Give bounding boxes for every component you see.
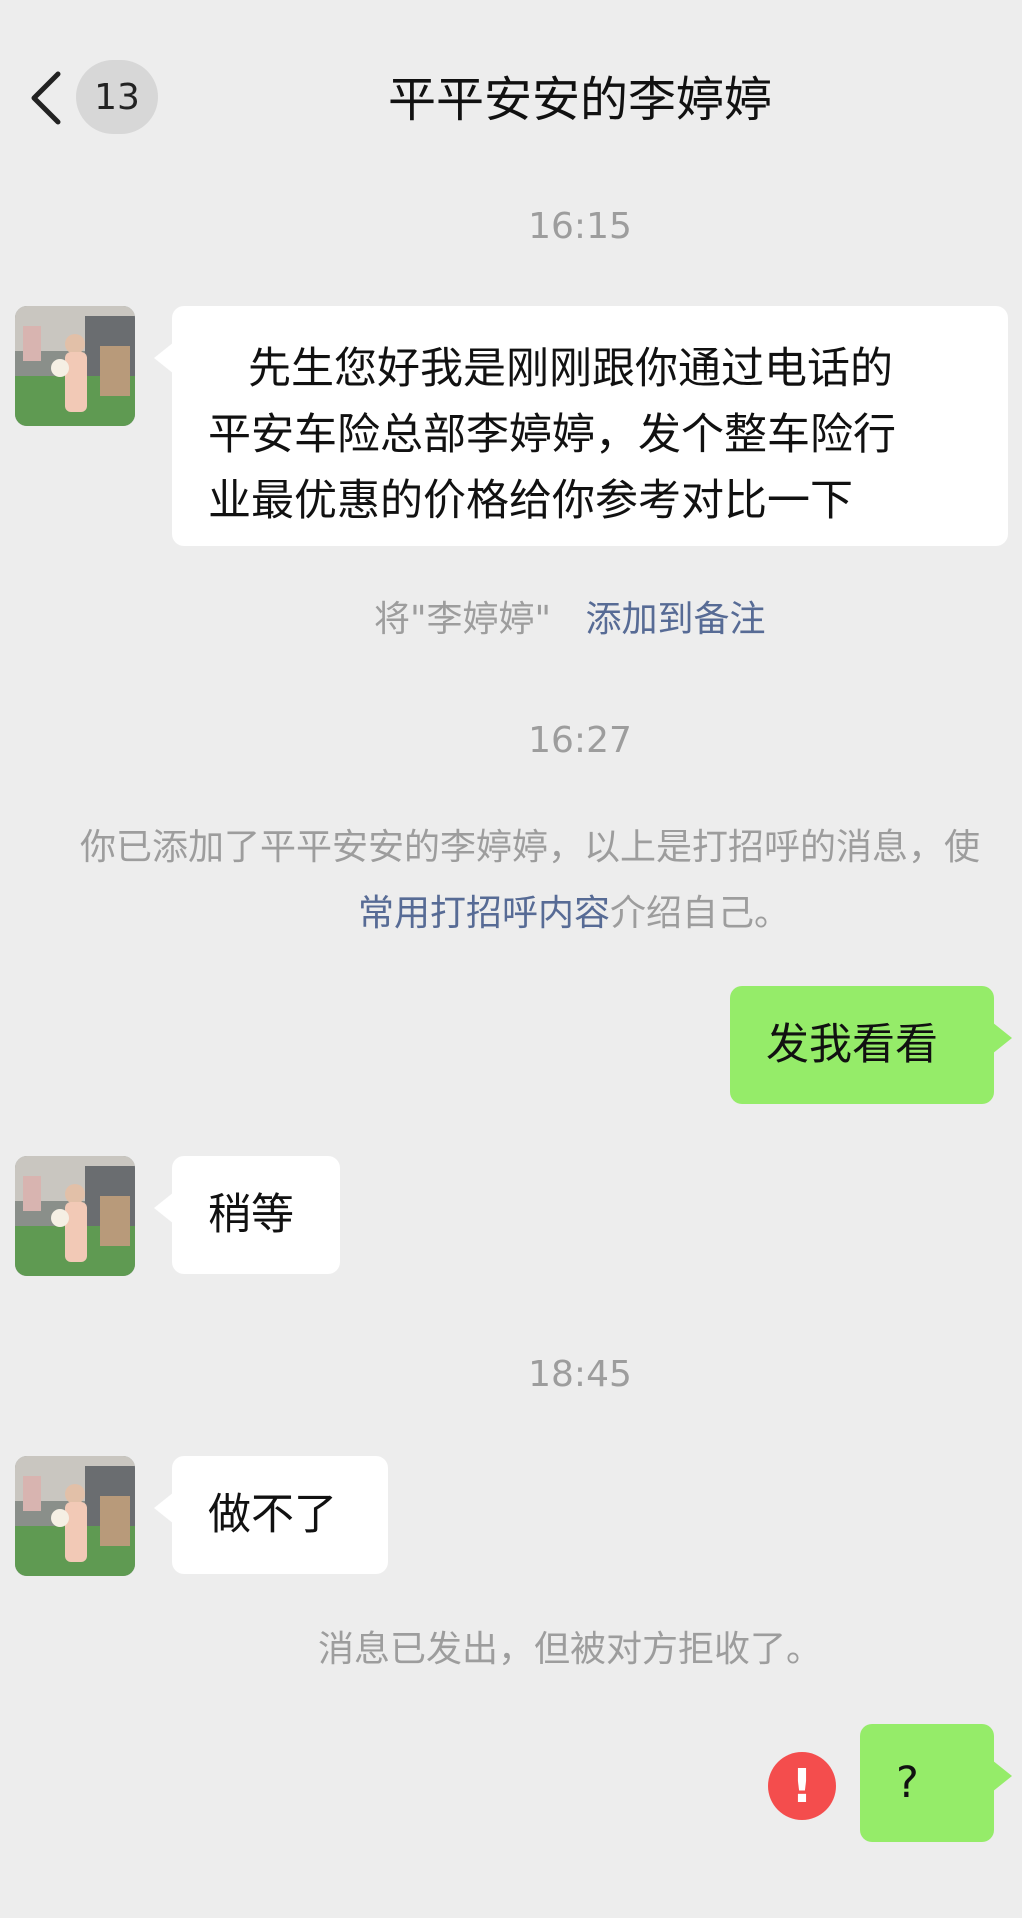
add-remark-link[interactable]: 添加到备注 [585, 599, 765, 640]
avatar[interactable] [15, 306, 135, 426]
added-notice-line: 常用打招呼内容介绍自己。 [358, 884, 790, 936]
chevron-left-icon[interactable] [26, 68, 66, 128]
message-bubble-incoming[interactable]: 做不了 [154, 1456, 388, 1574]
added-notice-line: 你已添加了平平安安的李婷婷，以上是打招呼的消息，使 [80, 827, 981, 868]
message-text: 先生您好我是刚刚跟你通过电话的 [248, 344, 893, 394]
avatar[interactable] [15, 1456, 135, 1576]
rejected-notice: 消息已发出，但被对方拒收了。 [318, 1629, 823, 1670]
exclamation-circle-icon[interactable]: ! [768, 1752, 836, 1820]
message-text: 平安车险总部李婷婷，发个整车险行 [208, 410, 896, 460]
avatar[interactable] [15, 1156, 135, 1276]
added-notice-suffix: 介绍自己。 [610, 893, 791, 934]
timestamp: 16:27 [528, 720, 632, 761]
message-bubble-outgoing[interactable]: 发我看看 [730, 986, 1012, 1104]
chat-header: 13 平平安安的李婷婷 [0, 0, 1022, 190]
message-text: 业最优惠的价格给你参考对比一下 [208, 476, 853, 526]
greeting-template-link[interactable]: 常用打招呼内容 [358, 893, 610, 934]
message-bubble-incoming[interactable]: 先生您好我是刚刚跟你通过电话的 平安车险总部李婷婷，发个整车险行 业最优惠的价格… [154, 306, 1008, 546]
add-remark-hint: 将"李婷婷" 添加到备注 [374, 590, 765, 642]
message-bubble-outgoing[interactable]: ? [860, 1724, 1012, 1842]
chat-title: 平平安安的李婷婷 [387, 72, 772, 128]
remark-prefix: 将"李婷婷" [374, 599, 552, 640]
timestamp: 18:45 [528, 1354, 632, 1395]
timestamp: 16:15 [528, 206, 632, 247]
message-bubble-incoming[interactable]: 稍等 [154, 1156, 340, 1274]
unread-count-badge[interactable]: 13 [76, 60, 158, 134]
